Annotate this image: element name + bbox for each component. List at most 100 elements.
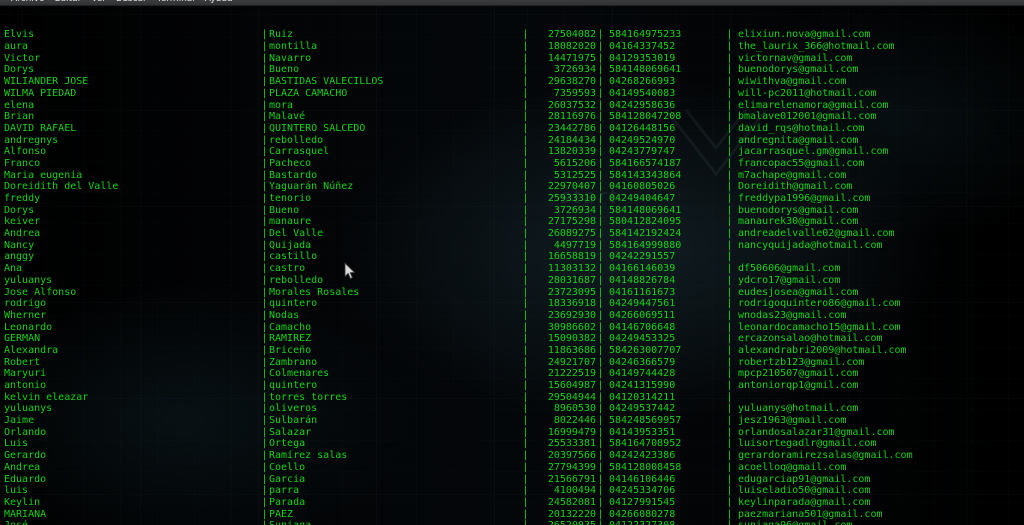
column-separator: | xyxy=(726,461,733,473)
cell-nombre: yuluanys xyxy=(4,274,53,286)
column-separator: | xyxy=(261,356,268,368)
menu-item-buscar[interactable]: Buscar xyxy=(111,0,152,5)
cell-correo: acoelloq@gmail.com xyxy=(738,461,847,473)
cell-apellido: Del Valle xyxy=(269,228,324,240)
terminal-screen[interactable]: Elvis | Ruiz | 27504082 | 584164975233 | elixiun… xyxy=(0,6,1024,525)
cell-nombre: MARIANA xyxy=(4,508,47,520)
column-separator: | xyxy=(261,41,268,53)
column-separator: | xyxy=(597,122,604,134)
cell-apellido: castro xyxy=(269,263,306,275)
menu-item-editar[interactable]: Editar xyxy=(50,0,87,5)
cell-correo: wiwithva@gmail.com xyxy=(738,76,847,88)
cell-correo: victornav@gmail.com xyxy=(738,52,853,64)
column-separator: | xyxy=(726,321,733,333)
column-separator: | xyxy=(726,216,733,228)
column-separator: | xyxy=(522,368,529,380)
column-separator: | xyxy=(726,426,733,438)
cell-apellido: Garcia xyxy=(269,473,306,485)
cell-telefono: 04126448156 xyxy=(609,122,676,134)
column-separator: | xyxy=(726,169,733,181)
cell-correo: buenodorys@gmail.com xyxy=(738,204,859,216)
column-separator: | xyxy=(522,426,529,438)
column-separator: | xyxy=(726,263,733,275)
column-separator: | xyxy=(597,286,604,298)
column-separator: | xyxy=(261,286,268,298)
column-separator: | xyxy=(726,204,733,216)
menu-item-ayuda[interactable]: Ayuda xyxy=(200,0,238,5)
menu-bar[interactable]: Archivo Editar Ver Buscar Terminal Ayuda xyxy=(0,0,1024,6)
table-row: José|Suniaga|26520035|04122327308|suniag… xyxy=(0,520,1024,525)
table-row: Robert | Zambrano | 24921707 | 04246366579 | rob… xyxy=(0,357,1024,369)
column-separator: | xyxy=(597,356,604,368)
cell-telefono: 584263007707 xyxy=(609,344,682,356)
cell-telefono: 584128047208 xyxy=(609,111,682,123)
menu-item-ver[interactable]: Ver xyxy=(86,0,111,5)
column-separator: | xyxy=(261,298,268,310)
column-separator: | xyxy=(597,64,604,76)
column-separator: | xyxy=(261,368,268,380)
cell-telefono: 04249453325 xyxy=(609,333,676,345)
cell-cedula: 29638270 xyxy=(547,76,596,88)
column-separator: | xyxy=(261,438,268,450)
column-separator: | xyxy=(522,403,529,415)
column-separator: | xyxy=(597,450,604,462)
cell-apellido: parra xyxy=(269,485,300,497)
cell-telefono: 04242291557 xyxy=(609,251,676,263)
cell-nombre: José xyxy=(0,520,260,525)
cell-nombre: yuluanys xyxy=(4,403,53,415)
cell-correo: Doreidith@gmail.com xyxy=(738,181,853,193)
cell-cedula: 21222519 xyxy=(547,368,596,380)
cell-cedula: 24184434 xyxy=(547,134,596,146)
cell-cedula: 15090382 xyxy=(547,333,596,345)
cell-apellido: Parada xyxy=(269,496,306,508)
column-separator: | xyxy=(597,368,604,380)
cell-apellido: Malavé xyxy=(269,111,306,123)
cell-correo: robertzb123@gmail.com xyxy=(738,356,865,368)
cell-correo: m7achape@gmail.com xyxy=(738,169,847,181)
column-separator: | xyxy=(522,508,529,520)
cell-nombre: Victor xyxy=(4,52,41,64)
column-separator: | xyxy=(726,274,733,286)
column-separator: | xyxy=(261,76,268,88)
cell-telefono: 04129353019 xyxy=(609,52,676,64)
cell-telefono: 04249537442 xyxy=(609,403,676,415)
cell-correo: orlandosalazar31@gmail.com xyxy=(738,426,895,438)
menu-item-archivo[interactable]: Archivo xyxy=(6,0,50,5)
column-separator: | xyxy=(726,134,733,146)
cell-apellido: Ruiz xyxy=(269,29,294,41)
cell-telefono: 04266069511 xyxy=(609,309,676,321)
column-separator: | xyxy=(597,29,604,41)
column-separator: | xyxy=(726,52,733,64)
column-separator: | xyxy=(597,415,604,427)
table-row: freddy | tenorio | 25933310 | 04249404647 | fred… xyxy=(0,193,1024,205)
menu-item-terminal[interactable]: Terminal xyxy=(152,0,200,5)
cell-nombre: Franco xyxy=(4,157,41,169)
cell-nombre: aura xyxy=(4,41,29,53)
cell-cedula: 30986602 xyxy=(547,321,596,333)
column-separator: | xyxy=(261,496,268,508)
column-separator: | xyxy=(597,228,604,240)
table-row: kelvin eleazar | torres torres | 29504944 | 04… xyxy=(0,392,1024,404)
column-separator: | xyxy=(726,380,733,392)
column-separator: | xyxy=(261,204,268,216)
column-separator: | xyxy=(261,29,268,41)
cell-apellido: Yaguarán Núñez xyxy=(269,181,354,193)
table-row: Elvis | Ruiz | 27504082 | 584164975233 | elixiun… xyxy=(0,29,1024,41)
cell-nombre: Doreidith del Valle xyxy=(4,181,119,193)
column-separator: | xyxy=(726,41,733,53)
column-separator: | xyxy=(261,239,268,251)
cell-correo: elimarelenamora@gmail.com xyxy=(738,99,889,111)
column-separator: | xyxy=(522,309,529,321)
column-separator: | xyxy=(726,146,733,158)
column-separator: | xyxy=(726,391,733,403)
query-result-table: Elvis | Ruiz | 27504082 | 584164975233 | elixiun… xyxy=(0,29,1024,525)
cell-nombre: Luis xyxy=(4,438,29,450)
column-separator: | xyxy=(261,380,268,392)
column-separator: | xyxy=(522,461,529,473)
column-separator: | xyxy=(522,122,529,134)
cell-cedula: 25533381 xyxy=(547,438,596,450)
column-separator: | xyxy=(597,274,604,286)
table-row: aura | montilla | 18082020 | 04164337452 | the_l… xyxy=(0,41,1024,53)
column-separator: | xyxy=(726,87,733,99)
column-separator: | xyxy=(261,333,268,345)
